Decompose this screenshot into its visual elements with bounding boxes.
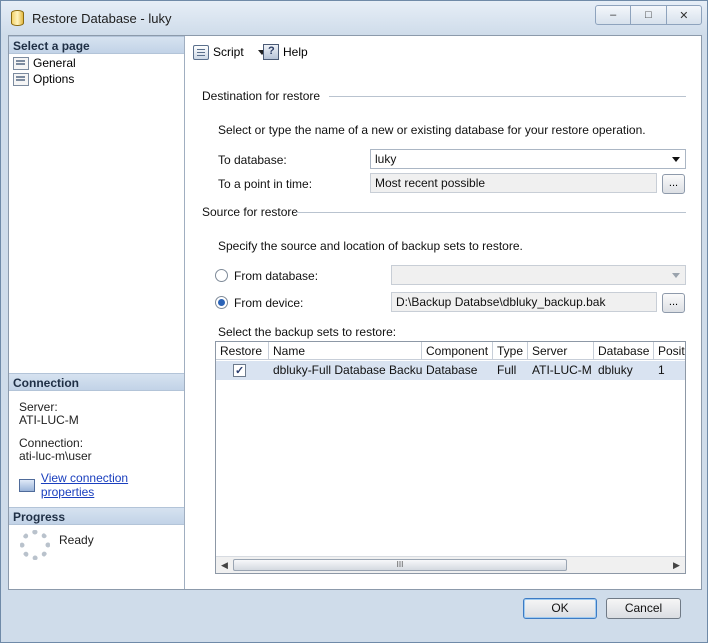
dialog-client-area: Select a page General Options Connection… — [8, 35, 702, 590]
source-description: Specify the source and location of backu… — [218, 239, 523, 253]
database-icon — [11, 10, 24, 26]
page-options-label: Options — [33, 72, 75, 86]
from-device-label: From device: — [234, 296, 304, 310]
help-label: Help — [283, 45, 308, 59]
to-database-label: To database: — [218, 153, 287, 167]
select-page-header: Select a page — [9, 36, 184, 54]
grid-header: Restore Name Component Type Server Datab… — [216, 342, 685, 360]
connection-label: Connection: — [19, 436, 84, 450]
point-in-time-browse-button[interactable]: ... — [662, 174, 685, 194]
position-cell: 1 — [658, 363, 665, 377]
chevron-down-icon — [672, 273, 680, 278]
progress-spinner-icon — [20, 530, 50, 560]
destination-section-title: Destination for restore — [202, 89, 321, 103]
connection-header: Connection — [9, 373, 184, 391]
column-header-server[interactable]: Server — [528, 342, 594, 360]
caption-buttons: – □ ✕ — [595, 5, 702, 25]
scroll-left-icon[interactable]: ◀ — [216, 557, 233, 573]
window-title: Restore Database - luky — [32, 11, 172, 26]
server-cell: ATI-LUC-M — [532, 363, 592, 377]
server-value: ATI-LUC-M — [19, 413, 79, 427]
scroll-right-icon[interactable]: ▶ — [668, 557, 685, 573]
point-in-time-field: Most recent possible — [370, 173, 657, 193]
server-label: Server: — [19, 400, 58, 414]
help-button[interactable]: Help — [263, 43, 308, 61]
source-section-title: Source for restore — [202, 205, 299, 219]
toolbar: Script Help — [186, 36, 701, 68]
from-database-label: From database: — [234, 269, 319, 283]
cancel-button[interactable]: Cancel — [606, 598, 681, 619]
destination-description: Select or type the name of a new or exis… — [218, 123, 646, 137]
close-button[interactable]: ✕ — [667, 6, 701, 24]
from-device-field: D:\Backup Databse\dbluky_backup.bak — [391, 292, 657, 312]
from-database-radio[interactable] — [215, 269, 228, 282]
backup-sets-grid: Restore Name Component Type Server Datab… — [215, 341, 686, 574]
script-label: Script — [213, 45, 244, 59]
page-options[interactable]: Options — [13, 71, 74, 87]
horizontal-scrollbar[interactable]: ◀ III ▶ — [216, 556, 685, 573]
backup-sets-label: Select the backup sets to restore: — [218, 325, 397, 339]
view-connection-properties[interactable]: View connection properties — [19, 471, 184, 499]
script-button[interactable]: Script — [193, 43, 266, 61]
script-icon — [193, 44, 209, 60]
restore-cell — [216, 361, 269, 380]
title-bar: Restore Database - luky – □ ✕ — [1, 1, 707, 35]
view-connection-properties-link[interactable]: View connection properties — [41, 471, 184, 499]
restore-checkbox[interactable] — [233, 362, 246, 380]
section-divider — [329, 96, 686, 97]
restore-database-window: Restore Database - luky – □ ✕ Select a p… — [0, 0, 708, 643]
progress-status: Ready — [59, 533, 94, 547]
page-general[interactable]: General — [13, 55, 76, 71]
column-header-restore[interactable]: Restore — [216, 342, 269, 360]
component-cell: Database — [426, 363, 478, 377]
from-database-combo — [391, 265, 686, 285]
from-device-radio[interactable] — [215, 296, 228, 309]
column-header-name[interactable]: Name — [269, 342, 422, 360]
connection-value: ati-luc-m\user — [19, 449, 92, 463]
progress-header: Progress — [9, 507, 184, 525]
help-icon — [263, 44, 279, 60]
to-database-combo[interactable]: luky — [370, 149, 686, 169]
name-cell: dbluky-Full Database Backup — [273, 363, 422, 377]
column-header-position[interactable]: Positi — [654, 342, 685, 360]
sidebar: Select a page General Options Connection… — [9, 36, 185, 589]
chevron-down-icon[interactable] — [672, 157, 680, 162]
properties-icon — [19, 478, 35, 492]
column-header-component[interactable]: Component — [422, 342, 493, 360]
scroll-thumb[interactable]: III — [233, 559, 567, 571]
database-cell: dbluky — [598, 363, 633, 377]
ok-button[interactable]: OK — [523, 598, 597, 619]
page-general-label: General — [33, 56, 76, 70]
type-cell: Full — [497, 363, 517, 377]
to-database-value: luky — [375, 152, 397, 166]
from-device-browse-button[interactable]: ... — [662, 293, 685, 313]
page-icon — [13, 56, 29, 70]
page-icon — [13, 72, 29, 86]
minimize-button[interactable]: – — [596, 6, 632, 24]
section-divider — [296, 212, 686, 213]
table-row[interactable]: dbluky-Full Database Backup Database Ful… — [216, 361, 685, 380]
point-in-time-label: To a point in time: — [218, 177, 313, 191]
column-header-database[interactable]: Database — [594, 342, 654, 360]
maximize-button[interactable]: □ — [631, 6, 667, 24]
column-header-type[interactable]: Type — [493, 342, 528, 360]
